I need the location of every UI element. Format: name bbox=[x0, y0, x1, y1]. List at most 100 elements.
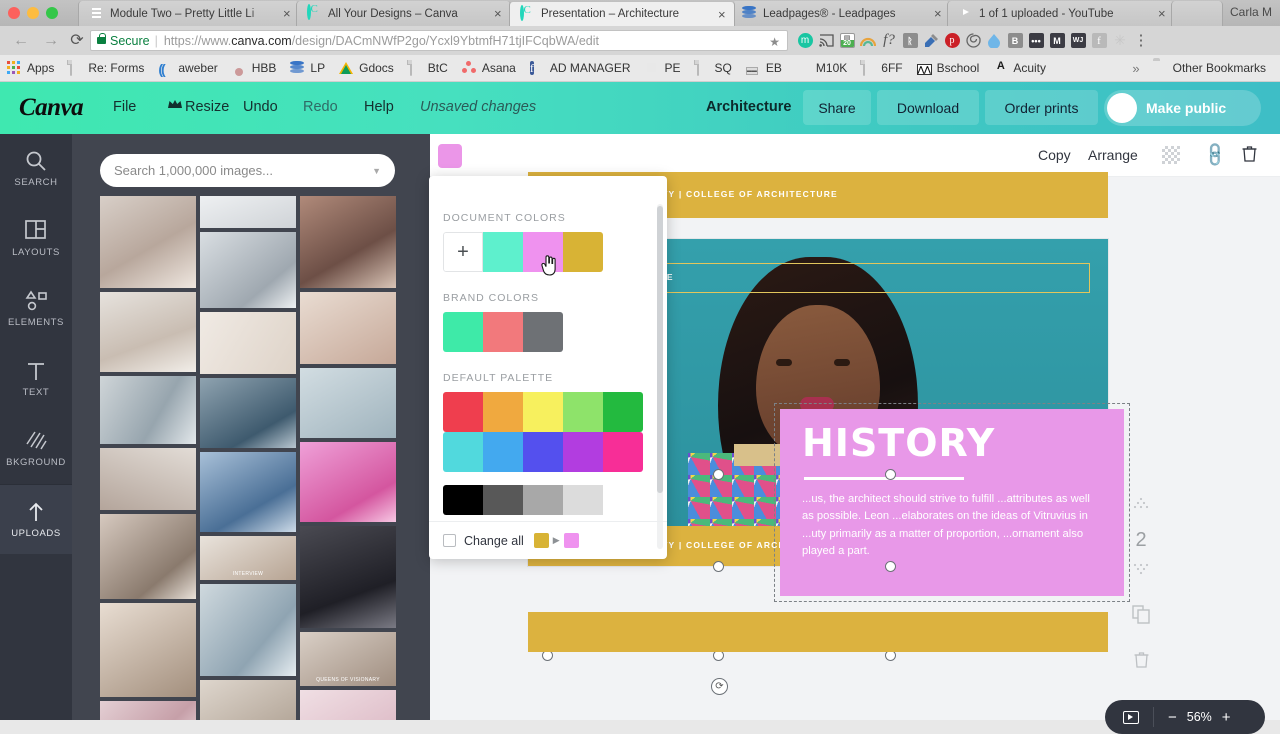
search-input[interactable]: Search 1,000,000 images... ▼ bbox=[100, 154, 395, 187]
palette-swatch-blue[interactable] bbox=[483, 432, 523, 472]
photo-thumbnail[interactable] bbox=[100, 376, 196, 444]
f-question-icon[interactable]: f? bbox=[879, 30, 899, 51]
calendar-20-icon[interactable]: ▤ 20 bbox=[837, 30, 857, 51]
window-controls[interactable] bbox=[8, 7, 58, 19]
color-swatch-button[interactable] bbox=[438, 144, 462, 168]
photo-thumbnail[interactable] bbox=[200, 452, 296, 532]
maximize-window-button[interactable] bbox=[46, 7, 58, 19]
sidebar-item-uploads[interactable]: UPLOADS bbox=[0, 484, 72, 554]
close-icon[interactable]: × bbox=[718, 8, 728, 21]
menu-help[interactable]: Help bbox=[364, 99, 394, 115]
photo-thumbnail[interactable] bbox=[100, 701, 196, 720]
checkerboard-icon[interactable] bbox=[1162, 146, 1180, 164]
close-icon[interactable]: × bbox=[283, 7, 293, 20]
document-title[interactable]: Architecture bbox=[706, 99, 791, 115]
profile-name[interactable]: Carla M bbox=[1230, 5, 1272, 19]
delete-page-button[interactable] bbox=[1120, 639, 1162, 679]
droplet-icon[interactable] bbox=[984, 30, 1004, 51]
omnibox[interactable]: Secure | https://www.canva.com/design/DA… bbox=[90, 30, 788, 51]
resize-handle-top-center[interactable] bbox=[885, 469, 896, 480]
next-slide-band[interactable] bbox=[528, 612, 1108, 652]
add-color-button[interactable]: + bbox=[443, 232, 483, 272]
reload-icon[interactable]: ⟳ bbox=[66, 30, 88, 52]
move-page-up-button[interactable] bbox=[1120, 497, 1162, 529]
close-icon[interactable]: × bbox=[934, 7, 944, 20]
bookmark-apps[interactable]: Apps bbox=[0, 55, 61, 82]
browser-tab-all-designs[interactable]: All Your Designs – Canva × bbox=[296, 1, 511, 26]
photo-thumbnail[interactable] bbox=[200, 680, 296, 720]
zoom-out-button[interactable]: − bbox=[1168, 709, 1177, 726]
bookmark-acuity[interactable]: Acuity bbox=[986, 55, 1053, 82]
bookmark-pe[interactable]: PE bbox=[638, 55, 688, 82]
photo-thumbnail[interactable] bbox=[200, 232, 296, 308]
brand-color-swatch-salmon[interactable] bbox=[483, 312, 523, 352]
present-icon[interactable] bbox=[1123, 710, 1139, 724]
browser-tab-module-two[interactable]: Module Two – Pretty Little Li × bbox=[78, 1, 300, 26]
photo-thumbnail[interactable] bbox=[200, 196, 296, 228]
pinterest-icon[interactable]: p bbox=[942, 30, 962, 51]
palette-swatch-green[interactable] bbox=[603, 392, 643, 432]
sidebar-item-bkground[interactable]: BKGROUND bbox=[0, 414, 72, 484]
share-button[interactable]: Share bbox=[803, 90, 871, 125]
close-icon[interactable]: × bbox=[494, 7, 504, 20]
photo-thumbnail[interactable] bbox=[100, 292, 196, 372]
m-circle-icon[interactable]: m bbox=[795, 30, 815, 51]
rainbow-icon[interactable] bbox=[858, 30, 878, 51]
document-colors-row[interactable]: + bbox=[443, 232, 603, 272]
sidebar-item-layouts[interactable]: LAYOUTS bbox=[0, 204, 72, 274]
palette-swatch-light-green[interactable] bbox=[563, 392, 603, 432]
dots-icon[interactable]: ••• bbox=[1026, 30, 1046, 51]
canva-logo[interactable]: Canva bbox=[19, 94, 84, 122]
sidebar-item-text[interactable]: TEXT bbox=[0, 344, 72, 414]
browser-tab-leadpages[interactable]: Leadpages® - Leadpages × bbox=[731, 1, 951, 26]
color-picker-popover[interactable]: DOCUMENT COLORS + BRAND COLORS DEFAULT P… bbox=[429, 176, 667, 559]
resize-handle-top-left[interactable] bbox=[713, 469, 724, 480]
photo-thumbnail[interactable]: INTERVIEW bbox=[200, 536, 296, 580]
palette-swatch-gray[interactable] bbox=[523, 485, 563, 515]
photo-thumbnail[interactable] bbox=[200, 312, 296, 374]
palette-swatch-magenta[interactable] bbox=[603, 432, 643, 472]
bookmarks-overflow-icon[interactable]: » bbox=[1126, 61, 1145, 76]
bookmark-6ff[interactable]: 6FF bbox=[854, 55, 909, 82]
bookmark-lp[interactable]: LP bbox=[283, 55, 332, 82]
resize-handle-right-middle[interactable] bbox=[885, 561, 896, 572]
bookmark-eb[interactable]: ▬▬ EB bbox=[739, 55, 789, 82]
photo-thumbnail[interactable] bbox=[300, 526, 396, 628]
order-prints-button[interactable]: Order prints bbox=[985, 90, 1098, 125]
default-palette-row-3[interactable] bbox=[443, 485, 643, 515]
cast-icon[interactable] bbox=[816, 30, 836, 51]
default-palette-row-1[interactable] bbox=[443, 392, 643, 432]
uploads-photo-grid[interactable]: INTERVIEW QUEENS OF VISIONARY bbox=[100, 196, 400, 720]
palette-swatch-cyan[interactable] bbox=[443, 432, 483, 472]
sidebar-item-search[interactable]: SEARCH bbox=[0, 134, 72, 204]
document-color-swatch-teal[interactable] bbox=[483, 232, 523, 272]
facebook-icon[interactable]: f bbox=[1089, 30, 1109, 51]
bookmark-asana[interactable]: Asana bbox=[455, 55, 523, 82]
brand-colors-row[interactable] bbox=[443, 312, 563, 352]
b-box-icon[interactable]: B bbox=[1005, 30, 1025, 51]
minimize-window-button[interactable] bbox=[27, 7, 39, 19]
popover-scrollbar-thumb[interactable] bbox=[657, 206, 663, 493]
photo-thumbnail[interactable] bbox=[200, 378, 296, 448]
palette-swatch-black[interactable] bbox=[443, 485, 483, 515]
browser-tab-youtube[interactable]: 1 of 1 uploaded - YouTube × bbox=[947, 1, 1175, 26]
arrange-button[interactable]: Arrange bbox=[1088, 147, 1138, 163]
change-to-swatch[interactable] bbox=[563, 533, 579, 548]
photo-thumbnail[interactable] bbox=[300, 196, 396, 288]
bookmark-sq[interactable]: SQ bbox=[688, 55, 739, 82]
menu-file[interactable]: File bbox=[113, 99, 136, 115]
menu-dots-icon[interactable]: ⋮ bbox=[1131, 30, 1151, 51]
rotate-handle[interactable]: ⟳ bbox=[711, 678, 728, 695]
copy-button[interactable]: Copy bbox=[1038, 147, 1071, 163]
zoom-in-button[interactable]: + bbox=[1222, 709, 1231, 726]
trash-icon[interactable] bbox=[1242, 145, 1257, 167]
make-public-toggle[interactable]: Make public bbox=[1104, 90, 1261, 126]
photo-thumbnail[interactable] bbox=[300, 690, 396, 720]
download-button[interactable]: Download bbox=[877, 90, 979, 125]
brand-color-swatch-green[interactable] bbox=[443, 312, 483, 352]
duplicate-page-button[interactable] bbox=[1120, 597, 1162, 639]
photo-thumbnail[interactable]: QUEENS OF VISIONARY bbox=[300, 632, 396, 686]
photo-thumbnail[interactable] bbox=[100, 514, 196, 599]
photo-thumbnail[interactable] bbox=[100, 196, 196, 288]
sidebar-item-elements[interactable]: ELEMENTS bbox=[0, 274, 72, 344]
